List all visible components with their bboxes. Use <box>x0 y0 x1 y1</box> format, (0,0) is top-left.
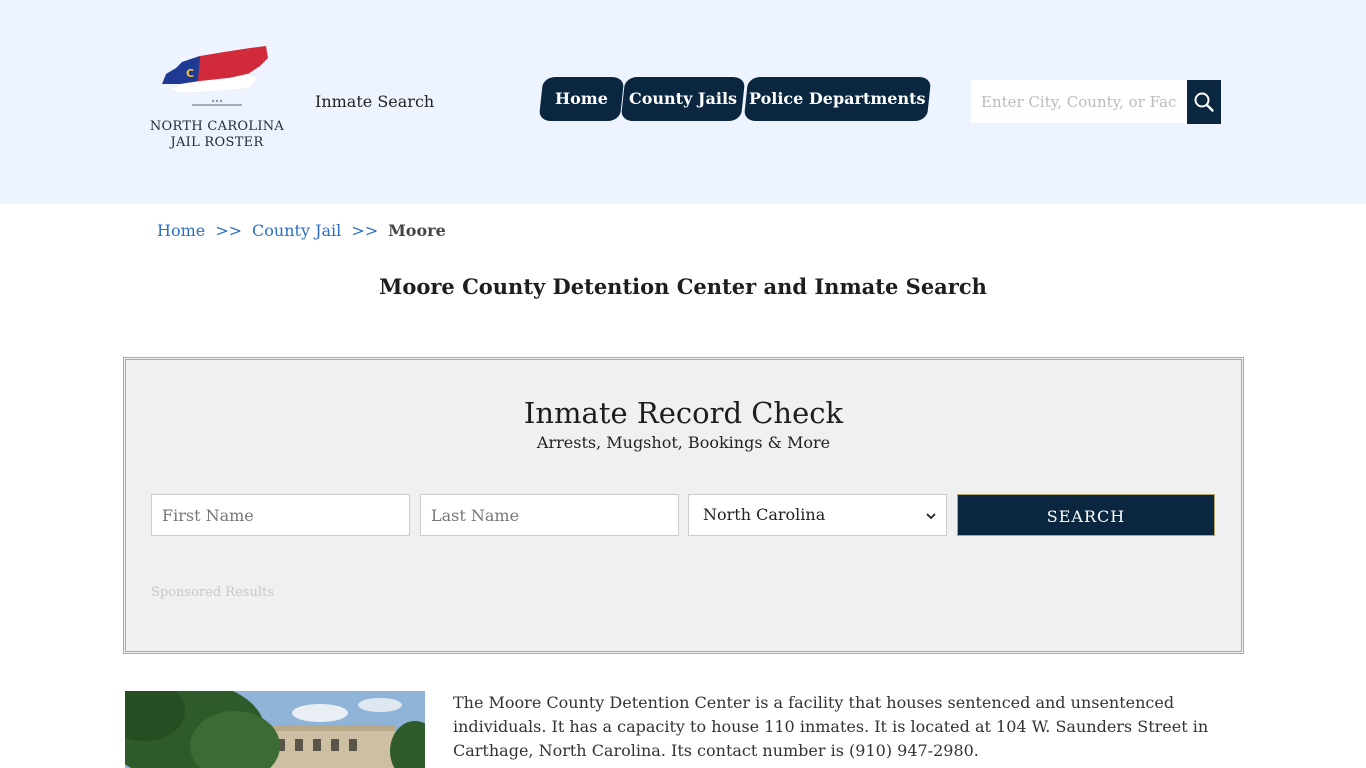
facility-search-input[interactable] <box>971 80 1187 123</box>
svg-text:C: C <box>186 67 194 80</box>
facility-intro-text: The Moore County Detention Center is a f… <box>453 693 1209 760</box>
breadcrumb-county-jail[interactable]: County Jail <box>252 221 341 240</box>
logo-text-line2: JAIL ROSTER <box>170 135 264 150</box>
site-header: C NORTH CAROLINA JAIL ROSTER Inmate Sear… <box>0 0 1366 204</box>
first-name-input[interactable] <box>151 494 410 536</box>
nav-item-home[interactable]: Home <box>538 77 625 121</box>
sponsored-results-label: Sponsored Results <box>151 585 274 600</box>
breadcrumb-home[interactable]: Home <box>157 221 205 240</box>
inmate-search-link[interactable]: Inmate Search <box>315 92 434 111</box>
facility-search-button[interactable] <box>1187 80 1221 124</box>
nav-item-county-jails[interactable]: County Jails <box>620 77 746 121</box>
record-check-subtitle: Arrests, Mugshot, Bookings & More <box>536 433 831 452</box>
search-icon <box>1194 92 1214 112</box>
breadcrumb-separator: >> <box>215 221 243 240</box>
chevron-down-icon <box>926 495 936 535</box>
nc-state-flag-icon: C <box>162 46 268 106</box>
record-check-title: Inmate Record Check <box>523 396 844 430</box>
breadcrumb-current: Moore <box>388 221 446 240</box>
state-select-value: North Carolina <box>703 505 826 524</box>
page-title: Moore County Detention Center and Inmate… <box>379 274 987 299</box>
facility-photo <box>125 691 425 768</box>
site-logo[interactable]: C NORTH CAROLINA JAIL ROSTER <box>144 44 290 154</box>
state-select[interactable]: North Carolina <box>688 494 947 536</box>
logo-text-line1: NORTH CAROLINA <box>149 119 285 134</box>
breadcrumb-separator: >> <box>351 221 379 240</box>
record-search-button[interactable]: SEARCH <box>957 494 1215 536</box>
last-name-input[interactable] <box>420 494 679 536</box>
breadcrumb: Home >> County Jail >> Moore <box>157 221 446 240</box>
inmate-record-check-panel: Inmate Record Check Arrests, Mugshot, Bo… <box>123 357 1244 654</box>
nav-item-police-departments[interactable]: Police Departments <box>743 77 932 121</box>
